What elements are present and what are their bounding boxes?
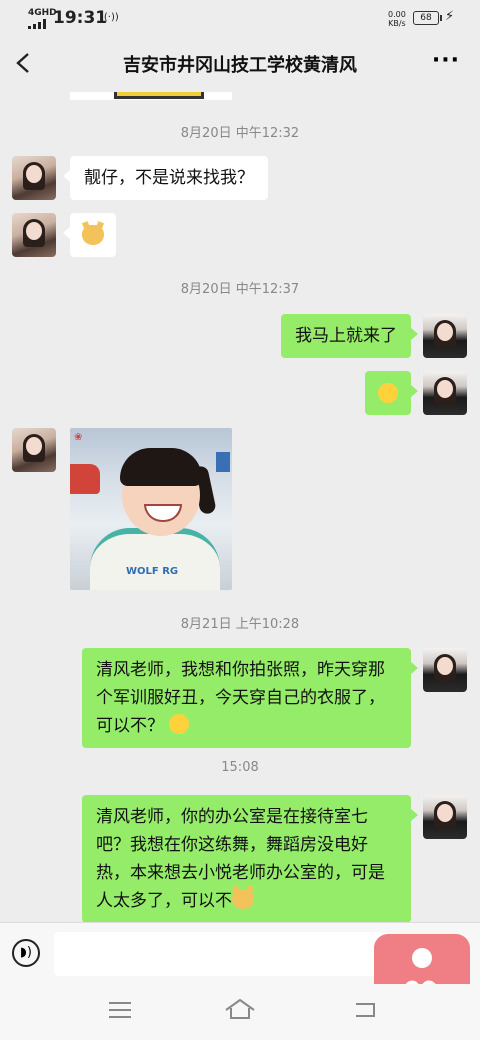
home-button[interactable] xyxy=(224,998,256,1026)
contact-avatar[interactable] xyxy=(12,156,56,200)
back-nav-button[interactable] xyxy=(354,998,376,1026)
message-bubble[interactable]: 我马上就来了 xyxy=(281,314,418,358)
dog-emoji-icon xyxy=(82,225,104,245)
battery-icon: 68 xyxy=(413,11,442,25)
my-avatar[interactable] xyxy=(423,795,467,839)
heart-person-icon xyxy=(412,948,432,968)
chat-header: 吉安市井冈山技工学校黄清风 ··· xyxy=(0,36,480,92)
sticker-bubble[interactable] xyxy=(63,213,116,257)
sticker-badge-icon: ❀ xyxy=(74,432,83,443)
message-text: 靓仔，不是说来找我？ xyxy=(84,168,254,188)
my-avatar[interactable] xyxy=(423,371,467,415)
timestamp: 15:08 xyxy=(221,760,259,775)
voice-button[interactable]: ◗) xyxy=(12,939,40,967)
chevron-left-icon xyxy=(16,53,29,73)
image-message[interactable]: ❀ WOLF RG xyxy=(70,428,232,590)
battery-level: 68 xyxy=(420,13,432,23)
message-bubble[interactable]: 清风老师，我想和你拍张照，昨天穿那个军训服好丑，今天穿自己的衣服了，可以不？ xyxy=(82,648,418,748)
menu-icon xyxy=(109,1002,131,1018)
emoji-bubble[interactable] xyxy=(365,371,418,415)
grin-emoji-icon xyxy=(378,383,398,403)
shirt-text: WOLF RG xyxy=(126,566,179,577)
dog-emoji-icon xyxy=(232,889,254,909)
message-text: 我马上就来了 xyxy=(295,326,397,346)
my-avatar[interactable] xyxy=(423,648,467,692)
home-icon xyxy=(225,998,255,1019)
contact-avatar[interactable] xyxy=(12,213,56,257)
previous-image-message[interactable] xyxy=(70,92,232,100)
status-bar: 4GHD 19:31 ((·)) 0.00 KB/s 68 ⚡ xyxy=(0,0,480,36)
status-time: 19:31 xyxy=(53,8,108,28)
message-bubble[interactable]: 清风老师，你的办公室是在接待室七吧？我想在你这练舞，舞蹈房没电好热，本来想去小悦… xyxy=(82,795,418,922)
message-bubble[interactable]: 靓仔，不是说来找我？ xyxy=(63,156,268,200)
more-button[interactable]: ··· xyxy=(432,48,460,73)
network-speed: 0.00 KB/s xyxy=(388,10,406,28)
message-text: 清风老师，我想和你拍张照，昨天穿那个军训服好丑，今天穿自己的衣服了，可以不？ xyxy=(96,660,385,736)
signal-icon xyxy=(28,19,46,29)
message-list[interactable]: 8月20日 中午12:32 靓仔，不是说来找我？ 8月20日 中午12:37 我… xyxy=(0,92,480,922)
message-input[interactable] xyxy=(54,932,388,976)
charging-icon: ⚡ xyxy=(445,9,455,24)
system-navigation-bar xyxy=(0,984,480,1040)
speed-unit: KB/s xyxy=(388,19,406,28)
voice-icon: ◗) xyxy=(20,945,32,960)
menu-button[interactable] xyxy=(108,998,132,1026)
hotspot-icon: ((·)) xyxy=(100,12,119,23)
timestamp: 8月21日 上午10:28 xyxy=(180,617,300,632)
contact-avatar[interactable] xyxy=(12,428,56,472)
back-arrow-icon xyxy=(356,1003,375,1017)
grin-emoji-icon xyxy=(169,714,190,734)
back-button[interactable] xyxy=(10,48,36,78)
speed-value: 0.00 xyxy=(388,10,406,19)
timestamp: 8月20日 中午12:37 xyxy=(180,282,300,297)
timestamp: 8月20日 中午12:32 xyxy=(180,126,300,141)
chat-title: 吉安市井冈山技工学校黄清风 xyxy=(123,55,357,76)
my-avatar[interactable] xyxy=(423,314,467,358)
